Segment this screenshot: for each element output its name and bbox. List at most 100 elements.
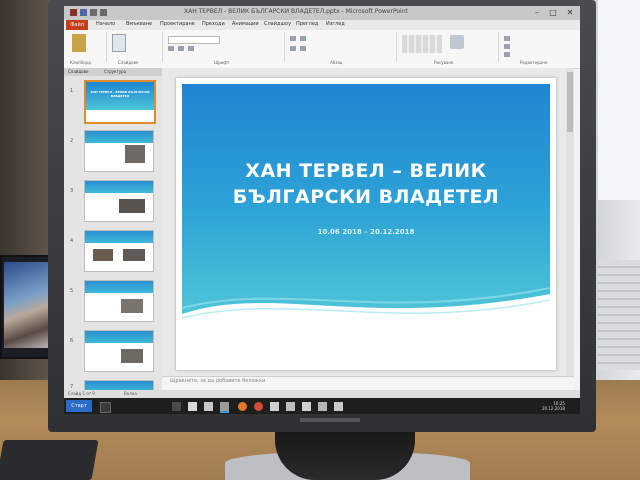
group-label-clipboard: Клипборд xyxy=(70,60,91,65)
find-icon[interactable] xyxy=(504,36,510,41)
thumbnail-number: 4 xyxy=(70,238,74,244)
ribbon-group-paragraph xyxy=(286,32,397,62)
slide-thumbnail-3[interactable] xyxy=(84,180,154,222)
app-icon[interactable] xyxy=(334,402,343,411)
thumbnail-image xyxy=(123,249,145,261)
align-center-icon[interactable] xyxy=(300,46,306,51)
thumbnail-image xyxy=(121,349,143,363)
group-label-drawing: Рисуване xyxy=(434,60,454,65)
slide-thumbnail-5[interactable] xyxy=(84,280,154,322)
tab-view[interactable]: Изглед xyxy=(326,21,345,27)
slide-thumbnail-2[interactable] xyxy=(84,130,154,172)
thumbnail-title: ХАН ТЕРВЕЛ – ВЕЛИК БЪЛГАРСКИ ВЛАДЕТЕЛ xyxy=(90,90,150,98)
bold-icon[interactable] xyxy=(168,46,174,51)
arrange-icon[interactable] xyxy=(450,35,464,49)
slide-subtitle[interactable]: 10.06 2018 – 20.12.2018 xyxy=(204,228,528,236)
select-icon[interactable] xyxy=(504,52,510,57)
thumbnail-image xyxy=(93,249,113,261)
monitor-logo xyxy=(300,418,360,422)
powerpoint-window: ХАН ТЕРВЕЛ - ВЕЛИК БЪЛГАРСКИ ВЛАДЕТЕЛ.pp… xyxy=(64,6,580,414)
italic-icon[interactable] xyxy=(178,46,184,51)
undo-icon[interactable] xyxy=(90,9,97,16)
firefox-icon[interactable] xyxy=(238,402,247,411)
align-left-icon[interactable] xyxy=(290,46,296,51)
window-blinds xyxy=(598,260,640,370)
mail-icon[interactable] xyxy=(270,402,279,411)
notes-placeholder: Щракнете, за да добавите бележки xyxy=(170,378,266,384)
thumbnail-number: 1 xyxy=(70,88,74,94)
thumbnail-image xyxy=(125,145,145,163)
app-icon[interactable] xyxy=(318,402,327,411)
powerpoint-taskbar-icon[interactable] xyxy=(220,402,229,413)
numbering-icon[interactable] xyxy=(300,36,306,41)
ribbon-group-slides xyxy=(108,32,163,62)
paste-icon[interactable] xyxy=(72,34,86,52)
thumbnail-number: 5 xyxy=(70,288,74,294)
minimize-button[interactable]: – xyxy=(530,7,544,18)
thumbnail-image xyxy=(119,199,145,213)
scrollbar-thumb[interactable] xyxy=(567,72,573,132)
ribbon-group-font xyxy=(164,32,285,62)
bullets-icon[interactable] xyxy=(290,36,296,41)
app-icon[interactable] xyxy=(302,402,311,411)
slide-thumbnail-1[interactable]: ХАН ТЕРВЕЛ – ВЕЛИК БЪЛГАРСКИ ВЛАДЕТЕЛ xyxy=(84,80,156,124)
task-view-icon[interactable] xyxy=(172,402,181,411)
group-label-font: Шрифт xyxy=(214,60,230,65)
ribbon-group-drawing xyxy=(398,32,499,62)
ribbon-group-editing xyxy=(500,32,576,62)
slide-thumbnail-4[interactable] xyxy=(84,230,154,272)
slide-title-line-1: ХАН ТЕРВЕЛ – ВЕЛИК xyxy=(245,160,487,182)
thumbnail-image xyxy=(121,299,143,313)
replace-icon[interactable] xyxy=(504,44,510,49)
thumbnail-header xyxy=(85,181,153,193)
tab-transitions[interactable]: Преходи xyxy=(202,21,225,27)
status-bar xyxy=(64,390,580,398)
slide-wave-decoration xyxy=(182,287,550,334)
app-icon xyxy=(70,9,77,16)
start-button[interactable]: Старт xyxy=(66,400,92,412)
close-button[interactable]: ✕ xyxy=(563,7,577,18)
search-icon[interactable] xyxy=(100,402,111,413)
file-explorer-icon[interactable] xyxy=(188,402,197,411)
slide-title[interactable]: ХАН ТЕРВЕЛ – ВЕЛИК БЪЛГАРСКИ ВЛАДЕТЕЛ xyxy=(204,158,528,210)
group-label-slides: Слайдове xyxy=(118,60,139,65)
group-label-paragraph: Абзац xyxy=(330,60,343,65)
chrome-icon[interactable] xyxy=(254,402,263,411)
new-slide-icon[interactable] xyxy=(112,34,126,52)
underline-icon[interactable] xyxy=(188,46,194,51)
taskbar-clock[interactable]: 10:25 20.12.2018 xyxy=(542,401,565,411)
window-title: ХАН ТЕРВЕЛ - ВЕЛИК БЪЛГАРСКИ ВЛАДЕТЕЛ.pp… xyxy=(184,8,408,15)
app-icon[interactable] xyxy=(286,402,295,411)
tab-review[interactable]: Преглед xyxy=(296,21,318,27)
font-name-field[interactable] xyxy=(168,36,220,44)
store-icon[interactable] xyxy=(204,402,213,411)
thumbnail-header xyxy=(85,331,153,343)
thumbnail-header xyxy=(85,131,153,143)
theme-name: Волна xyxy=(124,391,137,396)
tab-design[interactable]: Проектиране xyxy=(160,21,195,27)
tab-slides[interactable]: Слайдове xyxy=(68,69,88,74)
ribbon-group-clipboard xyxy=(66,32,107,62)
clock-date: 20.12.2018 xyxy=(542,406,565,411)
thumbnail-header xyxy=(85,231,153,243)
tab-animations[interactable]: Анимации xyxy=(232,21,259,27)
slide-title-line-2: БЪЛГАРСКИ ВЛАДЕТЕЛ xyxy=(232,186,500,208)
slide-counter: Слайд 1 от 9 xyxy=(68,391,95,396)
redo-icon[interactable] xyxy=(100,9,107,16)
thumbnail-header xyxy=(85,281,153,293)
tab-insert[interactable]: Вмъкване xyxy=(126,21,152,27)
thumbnail-number: 2 xyxy=(70,138,74,144)
window-light xyxy=(598,0,640,200)
shapes-gallery[interactable] xyxy=(402,35,442,53)
file-tab[interactable]: Файл xyxy=(66,20,88,30)
thumbnail-number: 3 xyxy=(70,188,74,194)
tab-slideshow[interactable]: Слайдшоу xyxy=(264,21,291,27)
group-label-editing: Редактиране xyxy=(520,60,548,65)
save-icon[interactable] xyxy=(80,9,87,16)
keyboard xyxy=(0,440,99,480)
tab-outline[interactable]: Структура xyxy=(104,69,126,74)
thumbnail-number: 6 xyxy=(70,338,74,344)
slide-thumbnail-6[interactable] xyxy=(84,330,154,372)
tab-home[interactable]: Начало xyxy=(96,21,115,27)
maximize-button[interactable]: □ xyxy=(546,7,560,18)
